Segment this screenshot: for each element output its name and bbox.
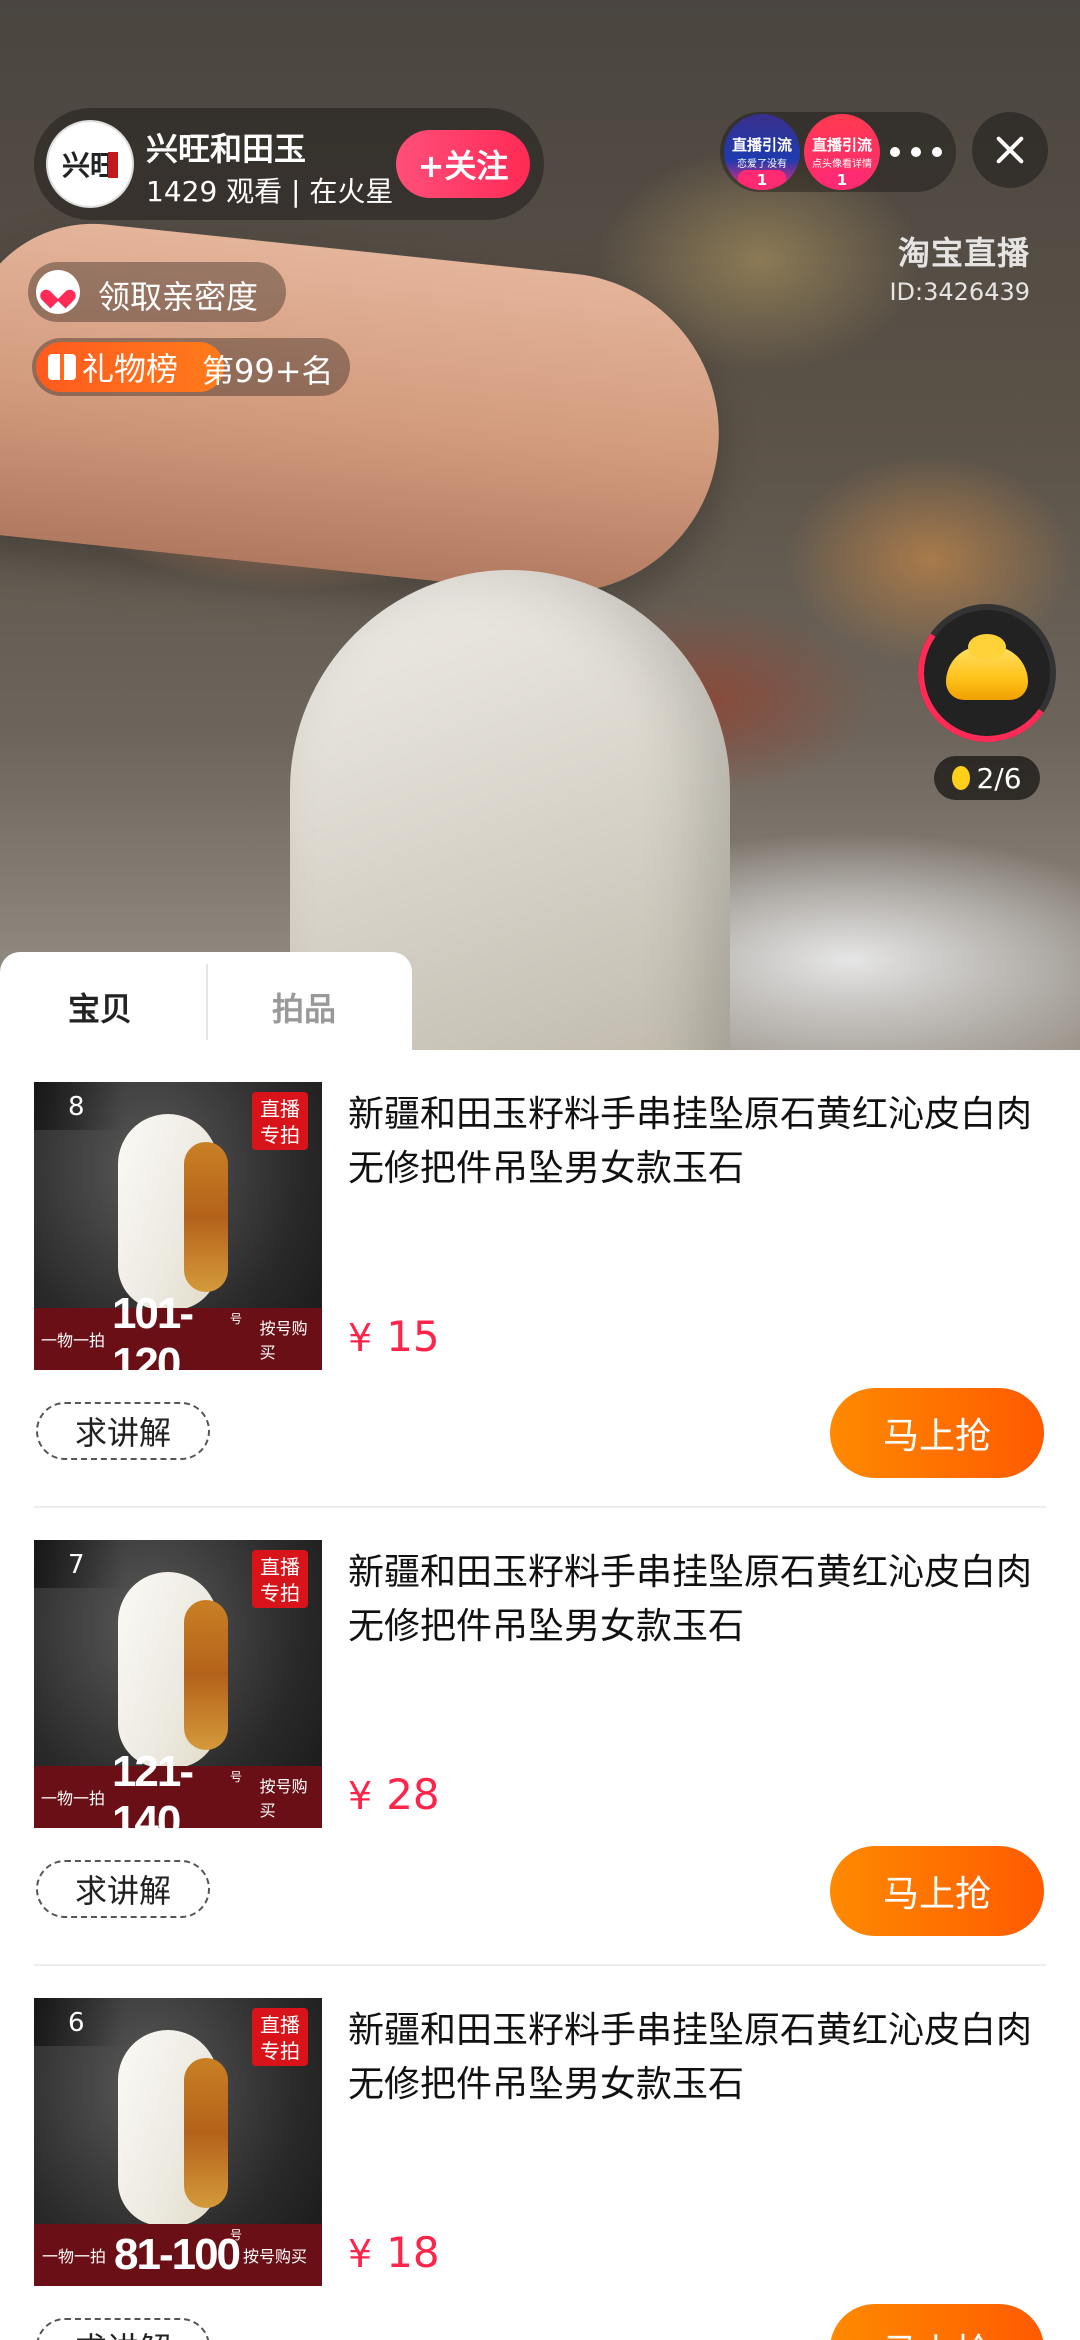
- price-value: 15: [386, 1312, 440, 1361]
- list-item[interactable]: 6 直播专拍 一物一拍 81-100 号 按号购买 新疆和田玉籽料手串挂坠原石黄…: [0, 1966, 1080, 2340]
- promo-badge-2[interactable]: 直播引流 点头像看详情 1: [804, 114, 880, 190]
- lot-hao: 号: [230, 1312, 243, 1326]
- taobao-live-watermark: 淘宝直播 ID:3426439: [889, 228, 1030, 306]
- promo-1-line2: 恋爱了没有: [737, 159, 787, 170]
- lot-range: 101-120: [111, 1289, 194, 1370]
- gold-ingot-icon: [946, 634, 1028, 700]
- product-thumbnail[interactable]: 6 直播专拍 一物一拍 81-100 号 按号购买: [34, 1998, 322, 2286]
- more-icon[interactable]: [890, 138, 942, 166]
- promo-2-line1: 直播引流: [811, 136, 872, 154]
- lot-hao: 号: [230, 2228, 243, 2242]
- request-explain-button[interactable]: 求讲解: [36, 1402, 210, 1460]
- tab-paipin[interactable]: 拍品: [272, 984, 336, 1030]
- gift-icon: [48, 354, 76, 380]
- jade-skin: [184, 1600, 228, 1750]
- viewer-stats: 1429 观看 | 在火星: [146, 175, 394, 208]
- gold-count: 2/6: [934, 756, 1040, 800]
- list-item[interactable]: 7 直播专拍 一物一拍 121-140 号 按号购买 新疆和田玉籽料手串挂坠原石…: [0, 1508, 1080, 1966]
- lot-banner: 一物一拍 101-120 号 按号购买: [34, 1289, 322, 1370]
- live-special-stamp: 直播专拍: [252, 1092, 308, 1150]
- banner-left: 一物一拍: [41, 2247, 106, 2266]
- request-explain-button[interactable]: 求讲解: [36, 2318, 210, 2340]
- promo-cluster: 直播引流 恋爱了没有 1 直播引流 点头像看详情 1: [720, 112, 956, 192]
- banner-right: 按号购买: [243, 2247, 308, 2266]
- lot-banner: 一物一拍 81-100 号 按号购买: [34, 2224, 322, 2286]
- close-button[interactable]: [972, 112, 1048, 188]
- intimacy-button[interactable]: 领取亲密度: [28, 262, 286, 322]
- follow-button[interactable]: +关注: [396, 130, 530, 198]
- product-title[interactable]: 新疆和田玉籽料手串挂坠原石黄红沁皮白肉无修把件吊坠男女款玉石: [348, 1088, 1038, 1196]
- product-price: ¥28: [348, 1770, 440, 1819]
- heart-icon: [36, 270, 80, 314]
- promo-1-line1: 直播引流: [731, 136, 792, 154]
- banner-right: 按号购买: [259, 1319, 308, 1362]
- banner-right: 按号购买: [259, 1777, 308, 1820]
- currency-symbol: ¥: [348, 2232, 373, 2276]
- promo-2-count: 1: [818, 170, 866, 190]
- product-index: 7: [34, 1540, 124, 1588]
- product-price: ¥18: [348, 2228, 440, 2277]
- seal-icon: [108, 152, 118, 178]
- product-price: ¥15: [348, 1312, 440, 1361]
- intimacy-label: 领取亲密度: [98, 278, 259, 316]
- gift-rank-badge: 礼物榜: [36, 342, 224, 392]
- gift-rank-position: 第99+名: [202, 352, 334, 390]
- promo-badge-1[interactable]: 直播引流 恋爱了没有 1: [724, 114, 800, 190]
- buy-now-button[interactable]: 马上抢: [830, 2304, 1044, 2340]
- price-value: 28: [386, 1770, 440, 1819]
- list-item[interactable]: 8 直播专拍 一物一拍 101-120 号 按号购买 新疆和田玉籽料手串挂坠原石…: [0, 1050, 1080, 1508]
- buy-now-button[interactable]: 马上抢: [830, 1388, 1044, 1478]
- product-tabs: 宝贝 拍品: [0, 952, 412, 1052]
- banner-left: 一物一拍: [40, 1331, 105, 1350]
- gift-rank-label: 礼物榜: [82, 350, 179, 388]
- product-index: 6: [34, 1998, 124, 2046]
- host-info[interactable]: 兴旺 兴旺和田玉 1429 观看 | 在火星 +关注: [34, 108, 544, 220]
- host-name: 兴旺和田玉: [146, 130, 307, 168]
- promo-1-count: 1: [738, 170, 786, 190]
- jade-skin: [184, 2058, 228, 2208]
- tab-baobei[interactable]: 宝贝: [68, 984, 132, 1030]
- gold-ingot-button[interactable]: [907, 593, 1067, 753]
- coin-icon: [952, 766, 971, 790]
- product-index: 8: [34, 1082, 124, 1130]
- buy-now-button[interactable]: 马上抢: [830, 1846, 1044, 1936]
- jade-skin: [184, 1142, 228, 1292]
- promo-2-line2: 点头像看详情: [812, 159, 872, 170]
- tab-divider: [206, 964, 208, 1040]
- product-title[interactable]: 新疆和田玉籽料手串挂坠原石黄红沁皮白肉无修把件吊坠男女款玉石: [348, 2004, 1038, 2112]
- room-id: ID:3426439: [889, 278, 1030, 306]
- live-special-stamp: 直播专拍: [252, 2008, 308, 2066]
- live-special-stamp: 直播专拍: [252, 1550, 308, 1608]
- product-thumbnail[interactable]: 7 直播专拍 一物一拍 121-140 号 按号购买: [34, 1540, 322, 1828]
- currency-symbol: ¥: [348, 1316, 373, 1360]
- lot-range: 121-140: [111, 1747, 194, 1828]
- request-explain-button[interactable]: 求讲解: [36, 1860, 210, 1918]
- product-list[interactable]: 8 直播专拍 一物一拍 101-120 号 按号购买 新疆和田玉籽料手串挂坠原石…: [0, 1050, 1080, 2340]
- avatar[interactable]: 兴旺: [46, 120, 134, 208]
- price-value: 18: [386, 2228, 440, 2277]
- currency-symbol: ¥: [348, 1774, 373, 1818]
- gold-count-text: 2/6: [976, 761, 1022, 795]
- watermark-title: 淘宝直播: [897, 234, 1030, 272]
- lot-banner: 一物一拍 121-140 号 按号购买: [34, 1747, 322, 1828]
- gift-rank-button[interactable]: 礼物榜 第99+名: [32, 338, 350, 396]
- product-title[interactable]: 新疆和田玉籽料手串挂坠原石黄红沁皮白肉无修把件吊坠男女款玉石: [348, 1546, 1038, 1654]
- product-thumbnail[interactable]: 8 直播专拍 一物一拍 101-120 号 按号购买: [34, 1082, 322, 1370]
- lot-hao: 号: [230, 1770, 243, 1784]
- banner-left: 一物一拍: [40, 1789, 105, 1808]
- lot-range: 81-100: [114, 2230, 241, 2279]
